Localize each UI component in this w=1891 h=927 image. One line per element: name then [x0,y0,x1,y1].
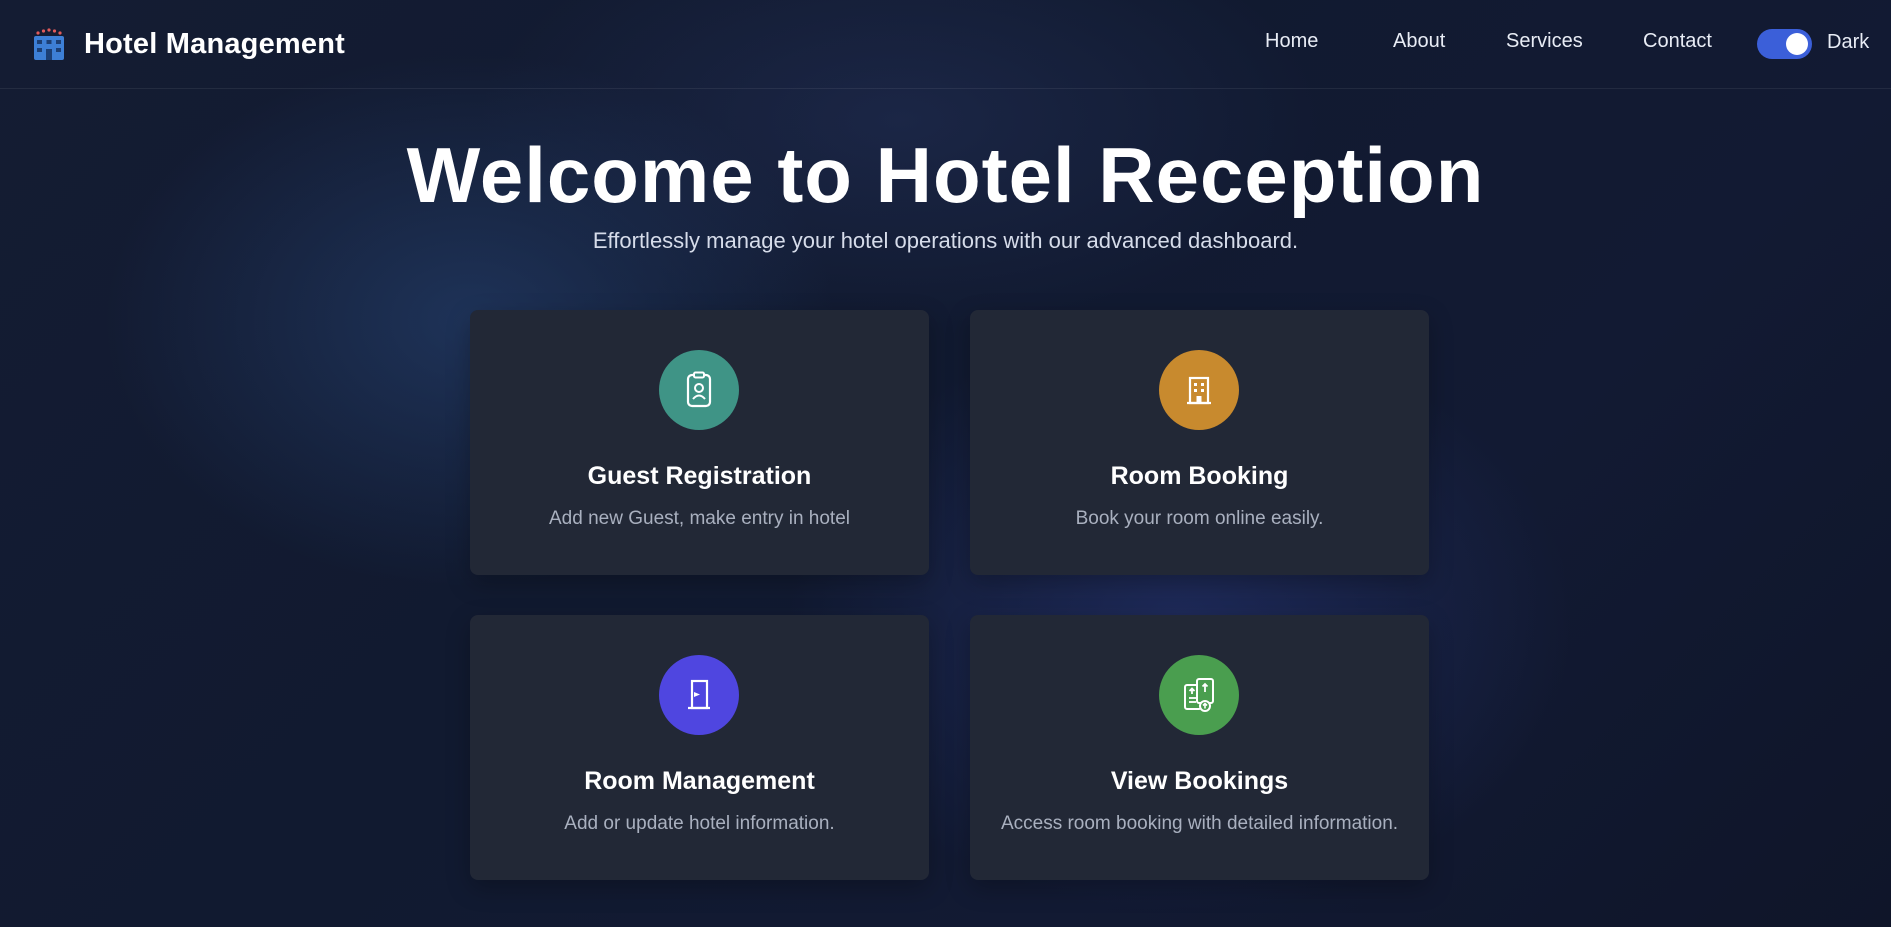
nav-link-about[interactable]: About [1393,30,1445,53]
card-icon-circle [1159,350,1239,430]
card-title: View Bookings [1110,767,1289,795]
hero-subtitle: Effortlessly manage your hotel operation… [592,228,1299,253]
documents-icon [1184,678,1214,712]
card-description: Add new Guest, make entry in hotel [549,508,850,529]
nav-link-home[interactable]: Home [1265,30,1318,53]
navbar: Hotel Management Home About Services Con… [0,0,1891,89]
id-badge-icon [686,371,712,408]
card-view-bookings[interactable]: View Bookings Access room booking with d… [970,615,1429,880]
card-room-booking[interactable]: Room Booking Book your room online easil… [970,310,1429,575]
card-title: Room Management [584,767,815,795]
hero-title: Welcome to Hotel Reception [406,131,1485,219]
card-room-management[interactable]: Room Management Add or update hotel info… [470,615,929,880]
building-icon [1187,376,1211,405]
dark-mode-label: Dark [1827,31,1870,53]
card-guest-registration[interactable]: Guest Registration Add new Guest, make e… [470,310,929,575]
nav-links: Home About Services Contact [0,30,1891,60]
card-description: Add or update hotel information. [564,813,835,834]
card-description: Book your room online easily. [1075,508,1324,529]
dark-mode-toggle[interactable] [1757,29,1812,59]
nav-link-contact[interactable]: Contact [1643,30,1712,53]
card-icon-circle [659,655,739,735]
nav-link-services[interactable]: Services [1506,30,1583,53]
card-title: Room Booking [1110,462,1289,490]
card-icon-circle [1159,655,1239,735]
toggle-knob [1786,33,1808,55]
card-description: Access room booking with detailed inform… [1000,813,1399,834]
card-icon-circle [659,350,739,430]
door-icon [688,679,710,710]
card-title: Guest Registration [587,462,812,490]
